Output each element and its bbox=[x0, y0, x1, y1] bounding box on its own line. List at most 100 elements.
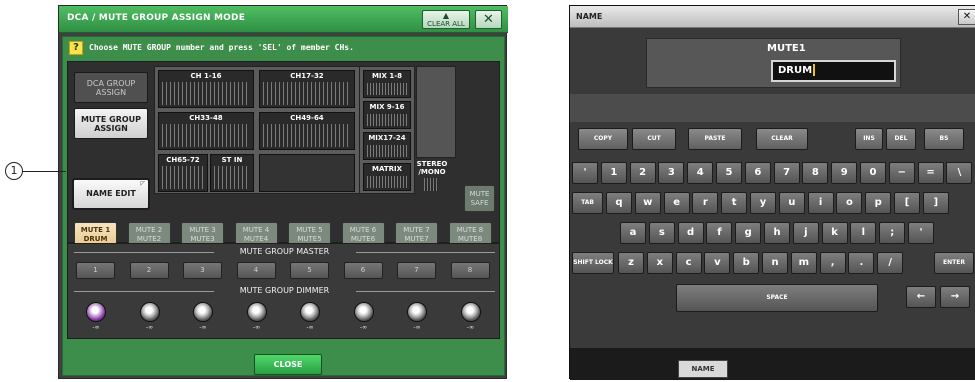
mix-block-9-16[interactable]: MIX 9-16 bbox=[363, 101, 411, 129]
key[interactable]: d bbox=[677, 222, 704, 244]
mute-group-master-button[interactable]: 5 bbox=[290, 262, 329, 279]
name-edit-button[interactable]: NAME EDIT ◸ bbox=[72, 178, 150, 210]
key[interactable]: 0 bbox=[860, 162, 886, 184]
key[interactable]: ] bbox=[922, 192, 949, 214]
key[interactable]: p bbox=[865, 192, 892, 214]
key[interactable]: b bbox=[733, 252, 760, 274]
dimmer-knob[interactable] bbox=[246, 302, 267, 322]
key[interactable]: \ bbox=[946, 162, 973, 184]
key[interactable]: f bbox=[706, 222, 733, 244]
key[interactable]: ; bbox=[879, 222, 906, 244]
key[interactable]: 5 bbox=[716, 162, 742, 184]
key[interactable]: t bbox=[721, 192, 748, 214]
key[interactable]: [ bbox=[894, 192, 920, 214]
mute-group-master-button[interactable]: 3 bbox=[183, 262, 222, 279]
channel-block-ch1-16[interactable]: CH 1-16 bbox=[158, 70, 254, 108]
dimmer-knob[interactable] bbox=[193, 302, 213, 322]
channel-block-st-in[interactable]: ST IN bbox=[210, 154, 254, 192]
close-name-window-button[interactable]: ✕ bbox=[958, 9, 975, 25]
dimmer-knob[interactable] bbox=[460, 302, 481, 322]
key-space[interactable]: SPACE bbox=[676, 284, 878, 312]
key[interactable]: r bbox=[692, 192, 719, 214]
key[interactable]: a bbox=[620, 222, 646, 244]
stereo-mono-label[interactable]: STEREO /MONO bbox=[416, 160, 448, 176]
dca-group-assign-button[interactable]: DCA GROUP ASSIGN bbox=[74, 72, 148, 103]
arrow-right-key[interactable]: → bbox=[940, 286, 970, 308]
key[interactable]: k bbox=[821, 222, 848, 244]
key[interactable]: w bbox=[634, 192, 661, 214]
key[interactable]: g bbox=[735, 222, 762, 244]
key[interactable]: j bbox=[792, 222, 819, 244]
key[interactable]: 9 bbox=[831, 162, 858, 184]
dimmer-knob[interactable] bbox=[353, 302, 374, 322]
key[interactable]: 4 bbox=[687, 162, 714, 184]
key[interactable]: i bbox=[807, 192, 834, 214]
key-copy[interactable]: COPY bbox=[578, 128, 628, 150]
key[interactable]: u bbox=[778, 192, 805, 214]
key[interactable]: m bbox=[790, 252, 817, 274]
key[interactable]: , bbox=[819, 252, 846, 274]
key[interactable]: n bbox=[762, 252, 788, 274]
key-clear[interactable]: CLEAR bbox=[756, 128, 808, 150]
key[interactable]: o bbox=[836, 192, 863, 214]
mute-group-assign-button[interactable]: MUTE GROUP ASSIGN bbox=[74, 108, 148, 139]
key[interactable]: / bbox=[877, 252, 904, 274]
key[interactable]: h bbox=[764, 222, 790, 244]
key[interactable]: e bbox=[663, 192, 690, 214]
key-paste[interactable]: PASTE bbox=[688, 128, 742, 150]
mute-group-master-button[interactable]: 6 bbox=[343, 262, 383, 279]
mix-block-17-24[interactable]: MIX17-24 bbox=[363, 132, 411, 160]
key[interactable]: ' bbox=[572, 162, 598, 184]
arrow-left-key[interactable]: ← bbox=[906, 286, 936, 308]
key-tab[interactable]: TAB bbox=[572, 192, 603, 214]
key[interactable]: l bbox=[850, 222, 877, 244]
key[interactable]: q bbox=[606, 192, 632, 214]
dimmer-knob[interactable] bbox=[300, 302, 320, 322]
channel-block-ch17-32[interactable]: CH17-32 bbox=[259, 70, 355, 108]
close-button[interactable]: CLOSE bbox=[254, 354, 322, 375]
channel-block-ch33-48[interactable]: CH33-48 bbox=[158, 112, 254, 150]
key-enter[interactable]: ENTER bbox=[934, 252, 974, 274]
key[interactable]: . bbox=[848, 252, 875, 274]
key-shift-lock[interactable]: SHIFT LOCK bbox=[572, 252, 614, 274]
key[interactable]: 8 bbox=[802, 162, 829, 184]
key[interactable]: ' bbox=[908, 222, 934, 244]
key[interactable]: 7 bbox=[773, 162, 800, 184]
clear-all-button[interactable]: ▲ CLEAR ALL bbox=[422, 10, 470, 29]
tab-name[interactable]: NAME bbox=[678, 360, 728, 378]
key[interactable]: y bbox=[750, 192, 776, 214]
dimmer-value: -∞ bbox=[199, 324, 207, 331]
key-cut[interactable]: CUT bbox=[632, 128, 676, 150]
mute-tab-number: MUTE 2 bbox=[135, 226, 163, 234]
key-del[interactable]: DEL bbox=[886, 128, 916, 150]
key[interactable]: 2 bbox=[629, 162, 656, 184]
channel-block-ch49-64[interactable]: CH49-64 bbox=[259, 112, 355, 150]
key[interactable]: z bbox=[618, 252, 644, 274]
key[interactable]: 1 bbox=[600, 162, 627, 184]
key[interactable]: x bbox=[646, 252, 673, 274]
mute-group-master-button[interactable]: 7 bbox=[397, 262, 436, 279]
key-ins[interactable]: INS bbox=[855, 128, 883, 150]
close-window-button[interactable]: ✕ bbox=[475, 10, 502, 29]
key[interactable]: s bbox=[648, 222, 675, 244]
mix-block-1-8[interactable]: MIX 1-8 bbox=[363, 70, 411, 98]
key[interactable]: 6 bbox=[744, 162, 771, 184]
dimmer-knob[interactable] bbox=[86, 302, 106, 322]
key[interactable]: − bbox=[888, 162, 915, 184]
key[interactable]: v bbox=[704, 252, 731, 274]
name-input[interactable]: DRUM bbox=[771, 60, 896, 82]
mute-group-master-button[interactable]: 8 bbox=[450, 262, 490, 279]
channel-meter bbox=[162, 124, 250, 147]
mute-group-master-button[interactable]: 1 bbox=[76, 262, 115, 279]
key-bs[interactable]: BS bbox=[924, 128, 964, 150]
key[interactable]: = bbox=[917, 162, 944, 184]
key[interactable]: c bbox=[675, 252, 702, 274]
key[interactable]: 3 bbox=[658, 162, 685, 184]
mute-group-master-button[interactable]: 4 bbox=[236, 262, 276, 279]
matrix-block[interactable]: MATRIX bbox=[363, 163, 411, 191]
channel-block-ch65-72[interactable]: CH65-72 bbox=[158, 154, 208, 192]
mute-safe-button[interactable]: MUTE SAFE bbox=[464, 185, 495, 212]
dimmer-knob[interactable] bbox=[407, 302, 427, 322]
mute-group-master-button[interactable]: 2 bbox=[129, 262, 169, 279]
dimmer-knob[interactable] bbox=[139, 302, 160, 322]
